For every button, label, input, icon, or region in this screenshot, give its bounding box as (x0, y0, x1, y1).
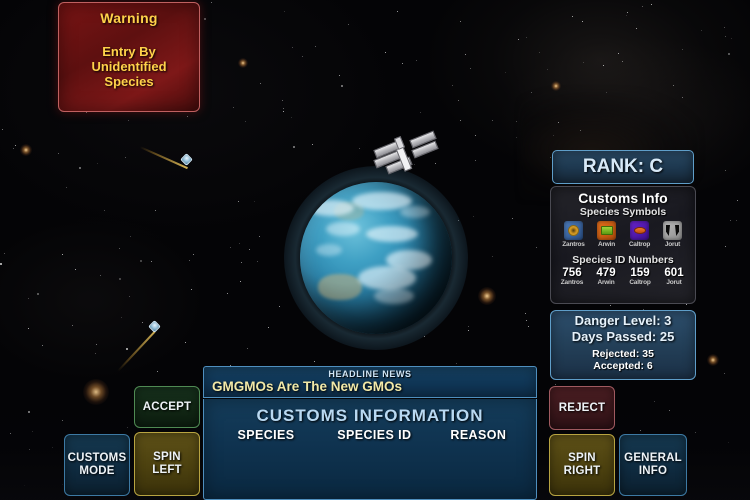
accept-button[interactable]: ACCEPT (134, 386, 200, 428)
warning-message-line-1: Entry By (102, 44, 156, 59)
bar-emblem-icon (597, 221, 616, 240)
warning-title: Warning (100, 10, 158, 26)
customs-info-panel: Customs Info Species Symbols Zantros Arw… (550, 186, 696, 304)
warning-message: Entry By Unidentified Species (91, 44, 166, 89)
rank-panel: RANK: C (552, 150, 694, 184)
species-id-jorut: 601 Jorut (658, 267, 690, 286)
column-header-species: SPECIES (237, 428, 295, 442)
fangs-emblem-icon (663, 221, 682, 240)
customs-table-header: SPECIES SPECIES ID REASON (204, 428, 536, 442)
species-id-number: 159 (630, 267, 650, 279)
species-id-name: Arwin (597, 279, 615, 286)
species-id-name: Jorut (666, 279, 682, 286)
species-id-name: Caltrop (629, 279, 651, 286)
planet-terminator-shadow (300, 182, 452, 334)
spin-left-button[interactable]: SPIN LEFT (134, 432, 200, 496)
spin-left-button-label: SPIN LEFT (152, 451, 182, 476)
danger-level-text: Danger Level: 3 (574, 313, 672, 328)
species-symbol-label: Zantros (562, 241, 585, 248)
species-id-name: Zantros (560, 279, 584, 286)
reject-button[interactable]: REJECT (549, 386, 615, 430)
species-id-number: 479 (596, 267, 616, 279)
headline-news-panel: HEADLINE NEWS GMGMOs Are The New GMOs (203, 366, 537, 398)
warning-panel: Warning Entry By Unidentified Species (58, 2, 200, 112)
species-symbol-zantros: Zantros (559, 221, 589, 248)
species-id-zantros: 756 Zantros (556, 267, 588, 286)
spin-right-button-label: SPIN RIGHT (563, 452, 601, 477)
species-id-heading: Species ID Numbers (572, 254, 674, 266)
species-id-number: 601 (664, 267, 684, 279)
species-id-arwin: 479 Arwin (590, 267, 622, 286)
earth-like-planet (284, 166, 468, 350)
accept-button-label: ACCEPT (142, 400, 192, 413)
warning-message-line-2: Unidentified (91, 59, 167, 74)
warning-message-line-3: Species (104, 74, 154, 89)
days-passed-text: Days Passed: 25 (571, 329, 675, 344)
customs-mode-button-label: CUSTOMS MODE (67, 452, 127, 477)
general-info-button[interactable]: GENERAL INFO (619, 434, 687, 496)
species-symbol-label: Arwin (597, 241, 616, 248)
rank-label: RANK: C (582, 156, 664, 177)
species-id-caltrop: 159 Caltrop (624, 267, 656, 286)
species-symbol-label: Jorut (664, 241, 681, 248)
species-symbol-arwin: Arwin (592, 221, 622, 248)
accepted-count: Accepted: 6 (593, 360, 653, 372)
space-station (372, 130, 442, 187)
reject-button-label: REJECT (558, 401, 606, 414)
general-info-button-label: GENERAL INFO (624, 452, 682, 477)
column-header-species-id: SPECIES ID (337, 428, 412, 442)
column-header-reason: REASON (450, 428, 507, 442)
headline-news-label: HEADLINE NEWS (328, 369, 412, 379)
oval-emblem-icon (630, 221, 649, 240)
customs-info-title: Customs Info (578, 190, 668, 206)
game-screen: Warning Entry By Unidentified Species RA… (0, 0, 750, 500)
species-symbol-caltrop: Caltrop (625, 221, 655, 248)
species-symbol-jorut: Jorut (658, 221, 688, 248)
species-id-row: 756 Zantros 479 Arwin 159 Caltrop 601 Jo… (551, 266, 695, 286)
species-id-number: 756 (562, 267, 582, 279)
customs-mode-button[interactable]: CUSTOMS MODE (64, 434, 130, 496)
rejected-count: Rejected: 35 (592, 348, 654, 360)
status-panel: Danger Level: 3 Days Passed: 25 Rejected… (550, 310, 696, 380)
circle-emblem-icon (564, 221, 583, 240)
species-symbols-heading: Species Symbols (579, 206, 667, 218)
planet-sphere (300, 182, 452, 334)
spin-right-button[interactable]: SPIN RIGHT (549, 434, 615, 496)
species-symbol-row: Zantros Arwin Caltrop Jorut (551, 218, 695, 248)
species-symbol-label: Caltrop (628, 241, 651, 248)
customs-information-panel: CUSTOMS INFORMATION SPECIES SPECIES ID R… (203, 399, 537, 500)
headline-news-ticker: GMGMOs Are The New GMOs (212, 379, 403, 394)
customs-information-title: CUSTOMS INFORMATION (256, 406, 484, 425)
